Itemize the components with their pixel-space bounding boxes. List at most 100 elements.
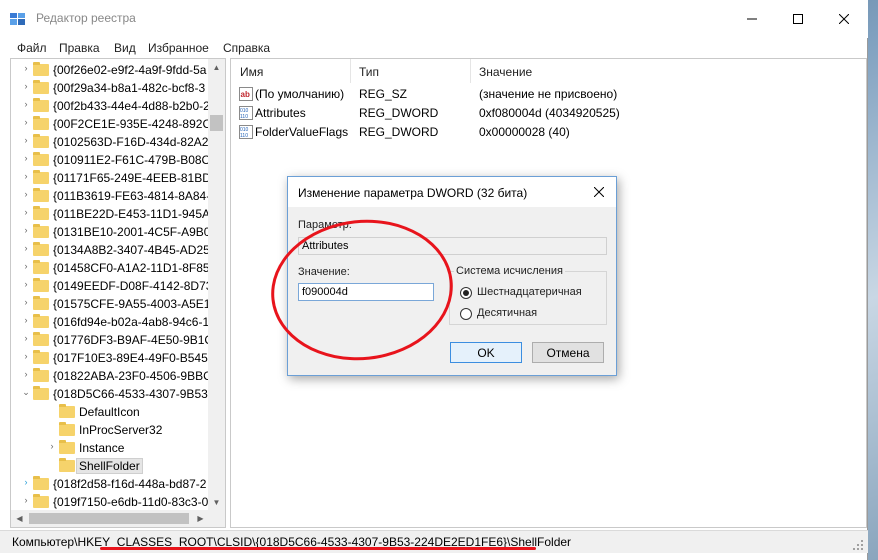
menu-edit[interactable]: Правка xyxy=(59,41,100,55)
value-row[interactable]: ab (По умолчанию) REG_SZ (значение не пр… xyxy=(231,85,861,104)
value-data-input[interactable] xyxy=(298,283,434,301)
tree-horizontal-scrollbar[interactable]: ◀ ▶ xyxy=(11,510,209,527)
tree-key[interactable]: › {011B3619-FE63-4814-8A84- xyxy=(11,187,211,205)
chevron-right-icon[interactable]: › xyxy=(21,135,31,147)
value-row[interactable]: 010 110 Attributes REG_DWORD 0xf080004d … xyxy=(231,104,861,123)
dialog-close-button[interactable] xyxy=(588,181,610,203)
chevron-right-icon[interactable]: › xyxy=(21,63,31,75)
maximize-button[interactable] xyxy=(775,0,821,38)
column-divider[interactable] xyxy=(350,59,351,83)
tree-vertical-scroll-thumb[interactable] xyxy=(210,115,223,131)
tree-horizontal-scroll-thumb[interactable] xyxy=(29,513,189,524)
chevron-right-icon[interactable]: › xyxy=(21,369,31,381)
tree-key-label: {011BE22D-E453-11D1-945A- xyxy=(53,207,211,221)
chevron-right-icon[interactable]: › xyxy=(21,117,31,129)
menu-view[interactable]: Вид xyxy=(114,41,136,55)
radio-hex[interactable] xyxy=(460,287,472,299)
tree-key-label: {01458CF0-A1A2-11D1-8F85 xyxy=(53,261,210,275)
cancel-button[interactable]: Отмена xyxy=(532,342,604,363)
tree-key[interactable]: › {0131BE10-2001-4C5F-A9B0- xyxy=(11,223,211,241)
chevron-right-icon[interactable]: › xyxy=(21,153,31,165)
menu-favorites[interactable]: Избранное xyxy=(148,41,209,55)
title-bar[interactable]: Редактор реестра xyxy=(0,0,868,38)
value-row[interactable]: 010 110 FolderValueFlags REG_DWORD 0x000… xyxy=(231,123,861,142)
chevron-right-icon[interactable]: › xyxy=(21,99,31,111)
chevron-right-icon[interactable]: › xyxy=(21,189,31,201)
registry-key-tree[interactable]: › {00f26e02-e9f2-4a9f-9fdd-5a › {00f29a34-b… xyxy=(10,58,226,528)
tree-vertical-scrollbar[interactable]: ▲ ▼ xyxy=(208,59,225,511)
tree-subkey[interactable]: InProcServer32 xyxy=(11,421,211,439)
value-name: Attributes xyxy=(255,106,306,120)
radio-decimal[interactable] xyxy=(460,308,472,320)
chevron-right-icon[interactable]: › xyxy=(21,477,31,489)
tree-key[interactable]: › {019f7150-e6db-11d0-83c3-0 xyxy=(11,493,211,511)
tree-key[interactable]: › {018f2d58-f16d-448a-bd87-2 xyxy=(11,475,211,493)
svg-text:ab: ab xyxy=(241,90,250,99)
menu-file[interactable]: Файл xyxy=(17,41,47,55)
param-name-field: Attributes xyxy=(298,237,607,255)
chevron-right-icon[interactable]: › xyxy=(21,333,31,345)
tree-key[interactable]: › {017F10E3-89E4-49F0-B545-6 xyxy=(11,349,211,367)
radio-hex-label[interactable]: Шестнадцатеричная xyxy=(477,286,582,298)
radio-decimal-label[interactable]: Десятичная xyxy=(477,307,537,319)
tree-key[interactable]: › {01171F65-249E-4EEB-81BD- xyxy=(11,169,211,187)
folder-icon xyxy=(33,98,49,112)
tree-key[interactable]: › {00f29a34-b8a1-482c-bcf8-3 xyxy=(11,79,211,97)
chevron-right-icon[interactable]: › xyxy=(21,207,31,219)
chevron-right-icon[interactable]: › xyxy=(21,81,31,93)
tree-key[interactable]: › {00F2CE1E-935E-4248-892C- xyxy=(11,115,211,133)
tree-key-label: {01575CFE-9A55-4003-A5E1- xyxy=(53,297,211,311)
tree-key-label: InProcServer32 xyxy=(79,423,163,437)
close-button[interactable] xyxy=(821,0,867,38)
tree-key[interactable]: › {00f2b433-44e4-4d88-b2b0-2 xyxy=(11,97,211,115)
tree-key[interactable]: › {01575CFE-9A55-4003-A5E1- xyxy=(11,295,211,313)
chevron-right-icon[interactable]: › xyxy=(21,279,31,291)
column-header-type[interactable]: Тип xyxy=(359,65,379,79)
chevron-right-icon[interactable]: › xyxy=(21,243,31,255)
tree-key-label: ShellFolder xyxy=(76,458,143,474)
scroll-right-icon[interactable]: ▶ xyxy=(192,510,209,527)
chevron-right-icon[interactable]: › xyxy=(21,261,31,273)
chevron-down-icon[interactable]: ⌄ xyxy=(21,387,31,399)
tree-key[interactable]: › {01776DF3-B9AF-4E50-9B1C xyxy=(11,331,211,349)
column-header-data[interactable]: Значение xyxy=(479,65,532,79)
chevron-right-icon[interactable]: › xyxy=(21,315,31,327)
tree-key-label: {0134A8B2-3407-4B45-AD25 xyxy=(53,243,210,257)
folder-icon xyxy=(33,170,49,184)
folder-icon xyxy=(33,206,49,220)
chevron-right-icon[interactable]: › xyxy=(21,225,31,237)
tree-key[interactable]: › {0134A8B2-3407-4B45-AD25 xyxy=(11,241,211,259)
scroll-down-icon[interactable]: ▼ xyxy=(208,494,225,511)
tree-key[interactable]: › {00f26e02-e9f2-4a9f-9fdd-5a xyxy=(11,61,211,79)
chevron-right-icon[interactable]: › xyxy=(21,171,31,183)
chevron-right-icon[interactable]: › xyxy=(21,495,31,507)
ok-button[interactable]: OK xyxy=(450,342,522,363)
tree-key[interactable]: › {01822ABA-23F0-4506-9BBC xyxy=(11,367,211,385)
tree-subkey[interactable]: DefaultIcon xyxy=(11,403,211,421)
resize-grip-icon[interactable] xyxy=(852,539,864,551)
param-label: Параметр: xyxy=(298,219,352,231)
tree-key[interactable]: › {0102563D-F16D-434d-82A2- xyxy=(11,133,211,151)
minimize-icon xyxy=(747,18,757,20)
menu-help[interactable]: Справка xyxy=(223,41,270,55)
tree-key[interactable]: › {0149EEDF-D08F-4142-8D73- xyxy=(11,277,211,295)
chevron-right-icon[interactable]: › xyxy=(21,351,31,363)
tree-key[interactable]: ⌄ {018D5C66-4533-4307-9B53- xyxy=(11,385,211,403)
folder-icon xyxy=(33,188,49,202)
value-name: FolderValueFlags xyxy=(255,125,349,139)
tree-subkey[interactable]: › Instance xyxy=(11,439,211,457)
scroll-left-icon[interactable]: ◀ xyxy=(11,510,28,527)
chevron-right-icon[interactable]: › xyxy=(47,441,57,453)
scroll-up-icon[interactable]: ▲ xyxy=(208,59,225,76)
tree-key[interactable]: › {010911E2-F61C-479B-B08C- xyxy=(11,151,211,169)
chevron-right-icon[interactable]: › xyxy=(21,297,31,309)
tree-subkey[interactable]: ShellFolder xyxy=(11,457,211,475)
minimize-button[interactable] xyxy=(729,0,775,38)
tree-key-label: {019f7150-e6db-11d0-83c3-0 xyxy=(53,495,209,509)
dialog-title-bar[interactable]: Изменение параметра DWORD (32 бита) xyxy=(288,177,616,207)
column-header-name[interactable]: Имя xyxy=(240,65,263,79)
tree-key[interactable]: › {016fd94e-b02a-4ab8-94c6-1 xyxy=(11,313,211,331)
column-divider[interactable] xyxy=(470,59,471,83)
tree-key[interactable]: › {011BE22D-E453-11D1-945A- xyxy=(11,205,211,223)
tree-key[interactable]: › {01458CF0-A1A2-11D1-8F85 xyxy=(11,259,211,277)
